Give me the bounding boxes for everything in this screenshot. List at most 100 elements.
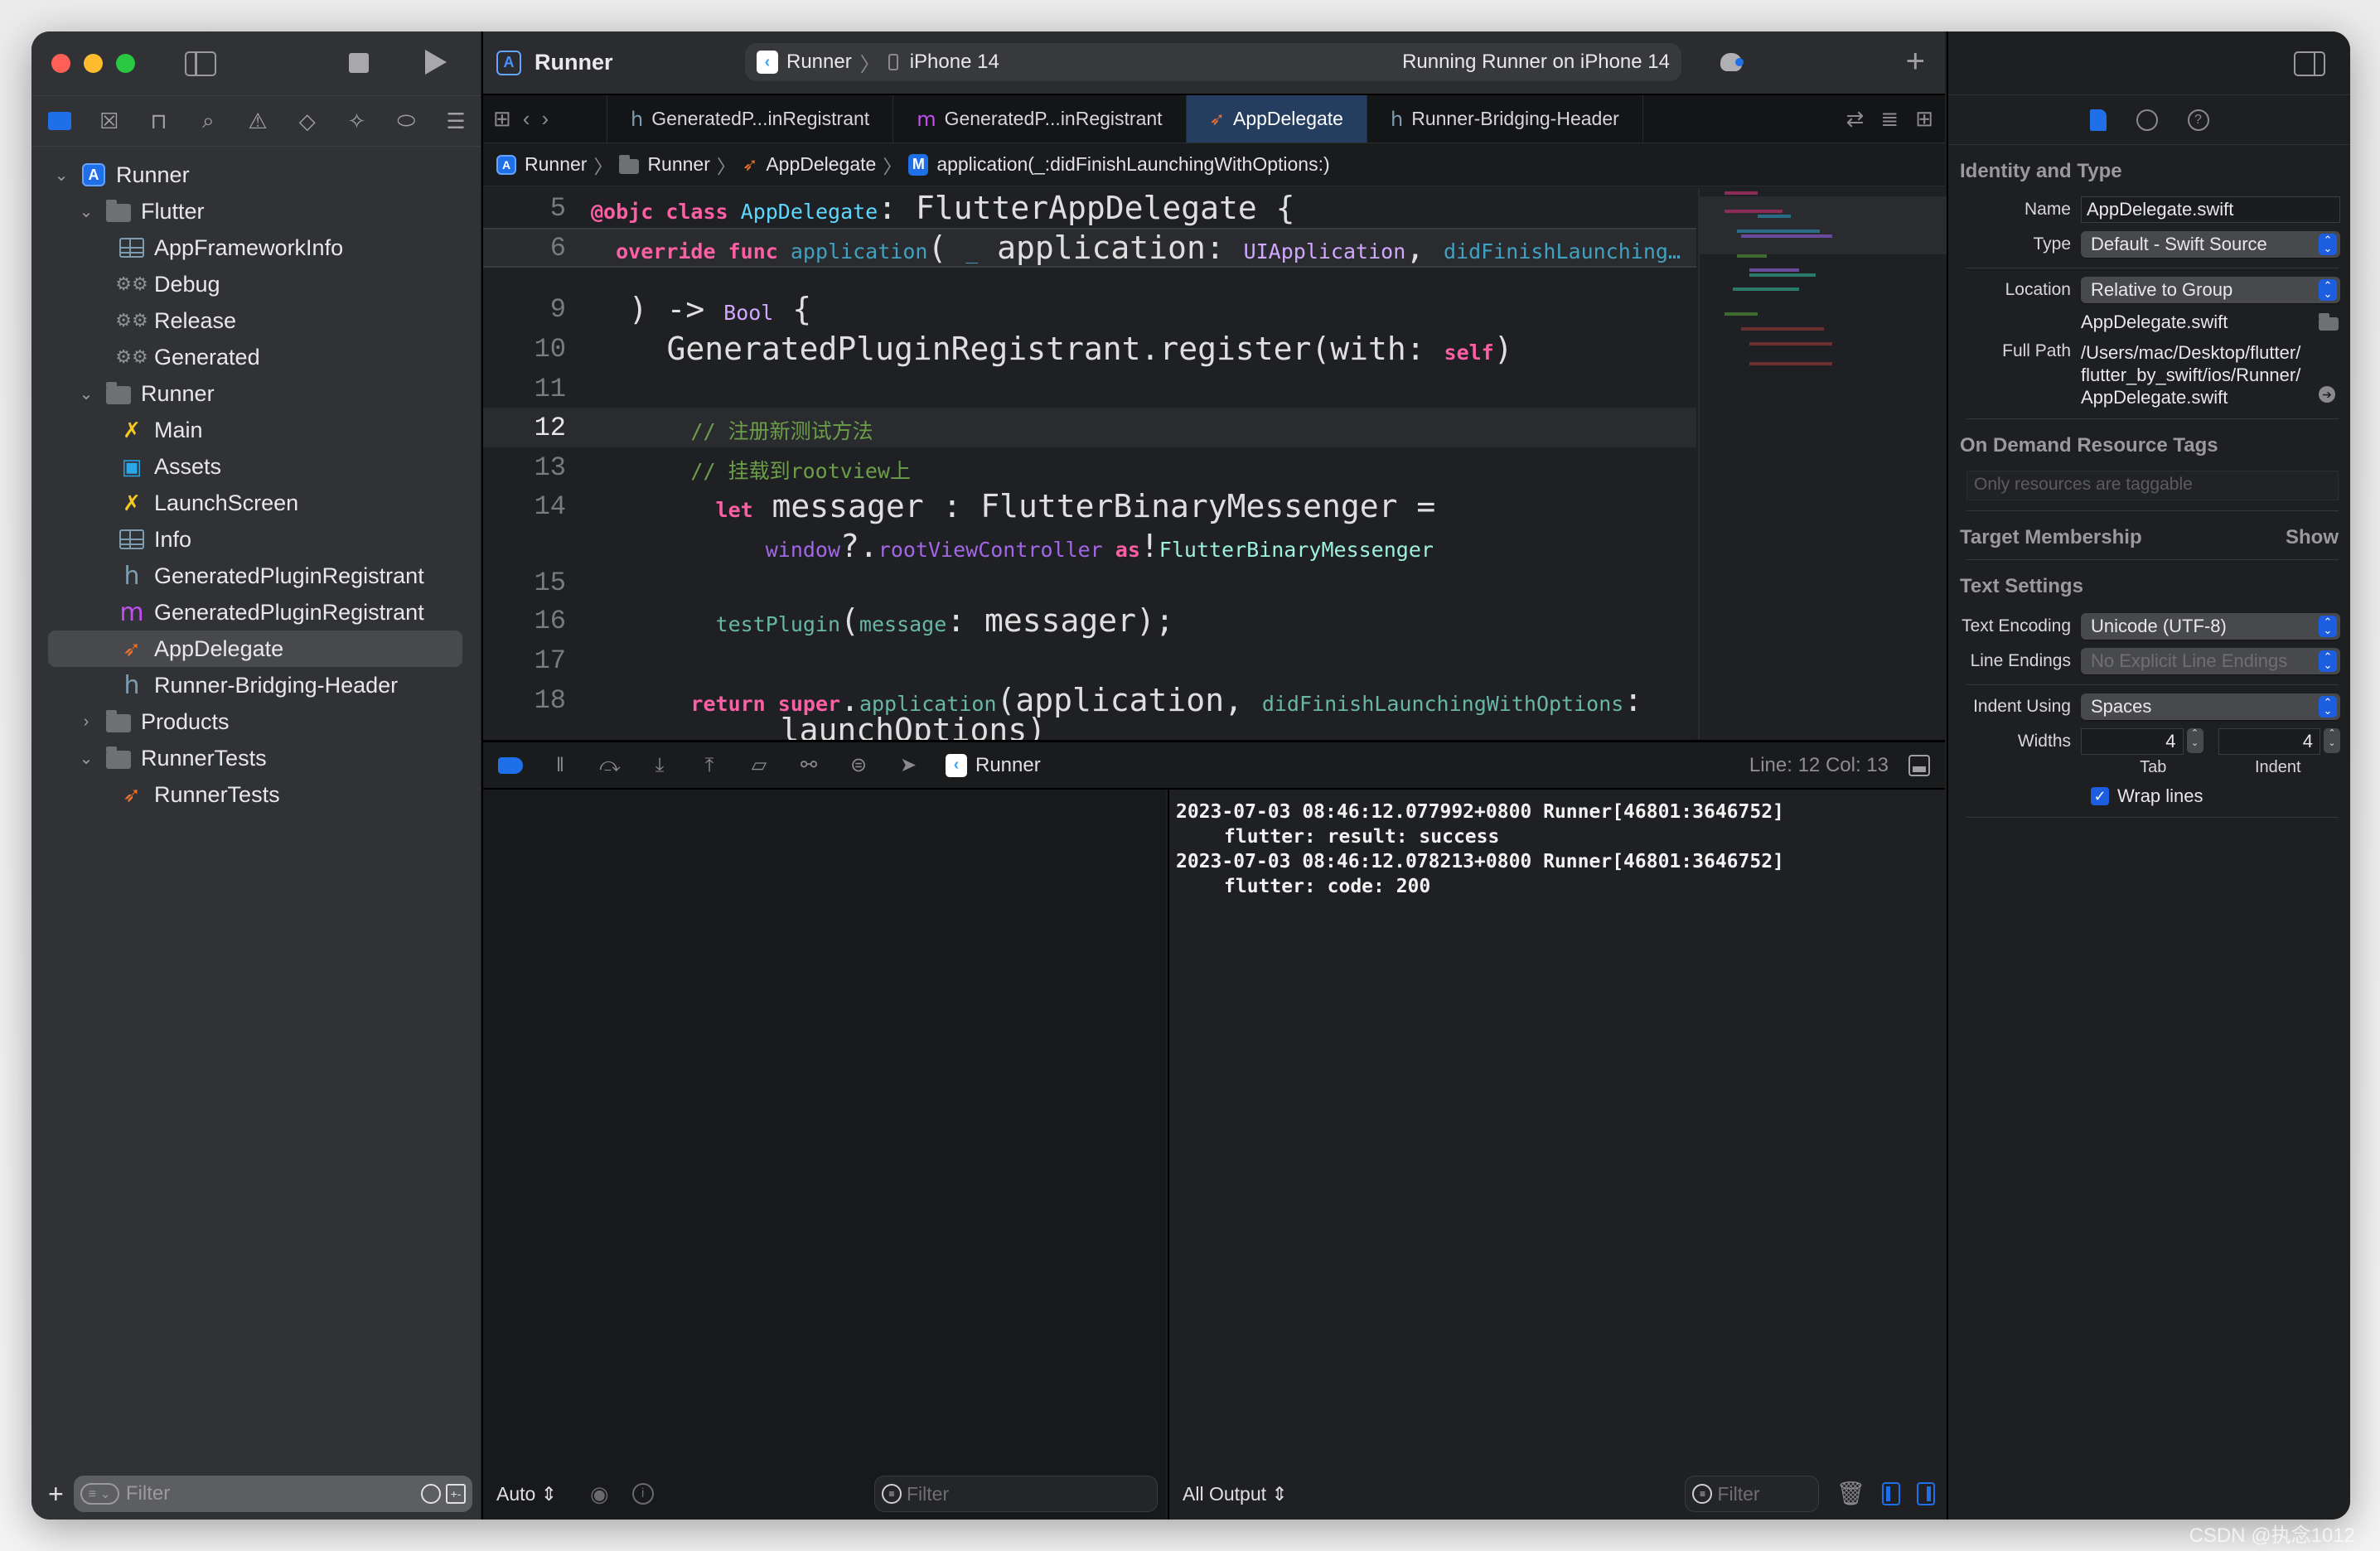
tree-item[interactable]: ▣ Assets bbox=[31, 448, 481, 485]
cloud-status-icon[interactable] bbox=[1720, 53, 1744, 71]
indent-width-field[interactable]: 4 bbox=[2218, 728, 2320, 755]
jumpbar-item-project[interactable]: Runner bbox=[525, 153, 587, 176]
reveal-in-finder-arrow-icon[interactable]: ➔ bbox=[2319, 386, 2335, 403]
debug-process-label[interactable]: Runner bbox=[975, 754, 1041, 777]
pause-icon[interactable]: ‖ bbox=[548, 753, 573, 778]
step-over-icon[interactable]: ⤼ bbox=[597, 753, 622, 778]
tab-width-stepper[interactable]: 4 ⌃ ⌄ bbox=[2081, 728, 2203, 755]
chevron-down-icon[interactable]: ⌄ bbox=[76, 201, 96, 222]
tree-item[interactable]: h Runner-Bridging-Header bbox=[31, 667, 481, 703]
target-show-button[interactable]: Show bbox=[2274, 511, 2339, 549]
source-editor[interactable]: 5 @objc class AppDelegate: FlutterAppDele… bbox=[483, 188, 1696, 740]
tree-item[interactable]: ➶ RunnerTests bbox=[31, 776, 481, 813]
add-tab-button[interactable]: + bbox=[1906, 43, 1925, 80]
chevron-down-icon[interactable]: ⌄ bbox=[51, 165, 71, 186]
variables-view[interactable]: Auto ⇕ ◉ i ≡ Filter bbox=[483, 790, 1166, 1520]
indent-popup[interactable]: Spaces ⌃ ⌄ bbox=[2081, 693, 2340, 720]
symbol-navigator-icon[interactable]: ⊓ bbox=[146, 108, 172, 134]
test-diamond-icon[interactable]: ◇ bbox=[294, 108, 321, 134]
tree-item[interactable]: ➶ AppDelegate bbox=[31, 631, 481, 667]
step-out-icon[interactable]: ⤒ bbox=[697, 753, 722, 778]
debug-spray-icon[interactable]: ✧ bbox=[344, 108, 370, 134]
add-file-icon[interactable]: + bbox=[48, 1479, 64, 1510]
tree-item[interactable]: ✗ Main bbox=[31, 412, 481, 448]
search-icon[interactable]: ⌕ bbox=[195, 108, 221, 134]
jumpbar-item-group[interactable]: Runner bbox=[647, 153, 709, 176]
type-popup[interactable]: Default - Swift Source ⌃ ⌄ bbox=[2081, 231, 2340, 258]
close-window-button[interactable] bbox=[51, 54, 70, 73]
source-control-filter-icon[interactable]: +- bbox=[446, 1484, 466, 1504]
indent-width-stepper[interactable]: 4 ⌃ ⌄ bbox=[2218, 728, 2340, 755]
memory-graph-icon[interactable]: ⚯ bbox=[796, 753, 821, 778]
forward-chevron-icon[interactable]: › bbox=[541, 106, 549, 132]
show-console-view-icon[interactable] bbox=[1917, 1482, 1935, 1505]
recent-files-clock-icon[interactable] bbox=[421, 1484, 441, 1504]
encoding-popup[interactable]: Unicode (UTF-8) ⌃ ⌄ bbox=[2081, 613, 2340, 640]
jumpbar-item-method[interactable]: application(_:didFinishLaunchingWithOpti… bbox=[936, 153, 1329, 176]
tree-item[interactable]: ⌄ Flutter bbox=[31, 193, 481, 230]
back-chevron-icon[interactable]: ‹ bbox=[523, 106, 530, 132]
output-mode-selector[interactable]: All Output ⇕ bbox=[1183, 1481, 1288, 1506]
add-editor-split-icon[interactable]: ⊞ bbox=[1915, 106, 1933, 132]
variables-filter-field[interactable]: ≡ Filter bbox=[874, 1476, 1158, 1512]
minimize-window-button[interactable] bbox=[84, 54, 103, 73]
stop-icon[interactable] bbox=[349, 53, 369, 73]
editor-tab[interactable]: m GeneratedP...inRegistrant bbox=[893, 95, 1187, 143]
tree-item[interactable]: ⌄ RunnerTests bbox=[31, 740, 481, 776]
chevron-down-icon[interactable]: ⌄ bbox=[76, 748, 96, 769]
tree-item[interactable]: ⚙⚙ Generated bbox=[31, 339, 481, 375]
tree-item[interactable]: › Products bbox=[31, 703, 481, 740]
navigator-filter-field[interactable]: ≡ ⌄ Filter +- bbox=[73, 1476, 472, 1512]
breakpoints-toggle-icon[interactable] bbox=[498, 753, 523, 778]
step-into-icon[interactable]: ⤓ bbox=[647, 753, 672, 778]
show-variables-view-icon[interactable] bbox=[1882, 1482, 1900, 1505]
tree-item[interactable]: ⌄ Runner bbox=[31, 375, 481, 412]
console-filter-field[interactable]: ≡ Filter bbox=[1685, 1476, 1820, 1512]
tree-item[interactable]: m GeneratedPluginRegistrant bbox=[31, 594, 481, 631]
environment-overrides-icon[interactable]: ⊜ bbox=[846, 753, 871, 778]
odr-tags-field[interactable]: Only resources are taggable bbox=[1966, 471, 2339, 500]
quick-help-icon[interactable]: ? bbox=[2187, 109, 2209, 131]
line-endings-popup[interactable]: No Explicit Line Endings ⌃ ⌄ bbox=[2081, 648, 2340, 674]
zoom-window-button[interactable] bbox=[116, 54, 135, 73]
console-output[interactable]: 2023-07-03 08:46:12.077992+0800 Runner[4… bbox=[1168, 790, 1947, 1520]
destination-selector[interactable]: iPhone 14 bbox=[910, 51, 999, 74]
info-icon[interactable]: i bbox=[631, 1483, 654, 1505]
stepper-arrows-icon[interactable]: ⌃ ⌄ bbox=[2186, 728, 2203, 753]
chevron-right-icon[interactable]: › bbox=[76, 713, 96, 732]
play-icon[interactable] bbox=[425, 50, 447, 75]
chevron-down-icon[interactable]: ⌄ bbox=[76, 384, 96, 404]
tree-item[interactable]: Info bbox=[31, 521, 481, 558]
tree-item[interactable]: ⚙⚙ Debug bbox=[31, 266, 481, 302]
project-navigator-folder-icon[interactable] bbox=[46, 108, 73, 134]
file-inspector-icon[interactable] bbox=[2089, 109, 2107, 131]
filter-options-icon[interactable]: ≡ ⌄ bbox=[80, 1483, 119, 1505]
editor-tab[interactable]: ➶ AppDelegate bbox=[1186, 95, 1367, 143]
editor-options-icon[interactable]: ≣ bbox=[1880, 106, 1899, 132]
warning-triangle-icon[interactable]: ⚠ bbox=[244, 108, 271, 134]
view-hierarchy-icon[interactable]: ▱ bbox=[747, 753, 772, 778]
editor-tab[interactable]: h Runner-Bridging-Header bbox=[1367, 95, 1643, 143]
sidebar-left-icon[interactable] bbox=[185, 51, 216, 76]
source-control-icon[interactable]: ☒ bbox=[96, 108, 123, 134]
editor-tab[interactable]: h GeneratedP...inRegistrant bbox=[607, 95, 894, 143]
tree-item[interactable]: h GeneratedPluginRegistrant bbox=[31, 558, 481, 594]
breakpoint-tag-icon[interactable]: ⬭ bbox=[393, 108, 419, 134]
choose-folder-icon[interactable] bbox=[2319, 313, 2339, 331]
wrap-lines-checkbox[interactable]: ✓ Wrap lines bbox=[2091, 785, 2350, 807]
minimap[interactable] bbox=[1698, 188, 1947, 740]
tree-item[interactable]: ⌄ A Runner bbox=[31, 157, 481, 193]
tree-item[interactable]: ⚙⚙ Release bbox=[31, 302, 481, 339]
tree-item[interactable]: ✗ LaunchScreen bbox=[31, 485, 481, 521]
related-items-grid-icon[interactable]: ⊞ bbox=[493, 106, 511, 132]
swap-arrows-icon[interactable]: ⇄ bbox=[1846, 106, 1865, 132]
trash-icon[interactable]: 🗑 bbox=[1836, 1481, 1865, 1506]
hide-debug-area-icon[interactable] bbox=[1908, 754, 1930, 776]
sidebar-right-icon[interactable] bbox=[2294, 51, 2325, 76]
variables-mode-selector[interactable]: Auto ⇕ bbox=[496, 1483, 557, 1505]
report-list-icon[interactable]: ☰ bbox=[443, 108, 469, 134]
stepper-arrows-icon[interactable]: ⌃ ⌄ bbox=[2324, 728, 2340, 753]
jumpbar-item-file[interactable]: AppDelegate bbox=[766, 153, 876, 176]
history-clock-icon[interactable] bbox=[2136, 109, 2158, 131]
scheme-selector[interactable]: Runner bbox=[786, 51, 852, 74]
